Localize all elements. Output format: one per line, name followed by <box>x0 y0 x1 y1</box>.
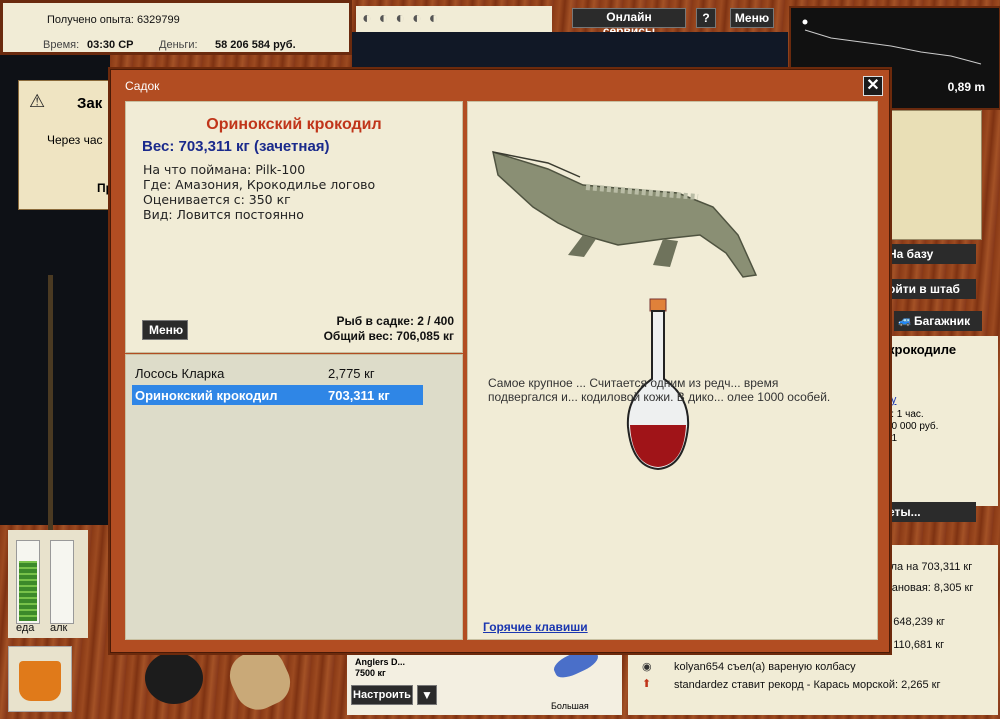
player-stats-panel: Получено опыта: 6329799 Время: 03:30 СР … <box>0 0 352 55</box>
food-meter <box>16 540 40 624</box>
experience-label: Получено опыта: 6329799 <box>47 14 180 26</box>
time-label: Время: <box>43 39 80 51</box>
pot-icon[interactable] <box>145 652 203 704</box>
money-value: 58 206 584 руб. <box>215 39 296 51</box>
water-view <box>352 32 788 68</box>
bucket-icon[interactable] <box>8 646 72 712</box>
fish-location: Где: Амазония, Крокодилье логово <box>143 177 376 192</box>
quest-line: Через час <box>47 133 103 147</box>
lure-weight: 7500 кг <box>355 668 386 678</box>
list-item[interactable]: Лосось Кларка 2,775 кг <box>132 363 423 383</box>
alcohol-label: алк <box>50 622 68 634</box>
online-services-button[interactable]: Онлайн сервисы <box>572 8 686 38</box>
fish-weight: Вес: 703,311 кг (зачетная) <box>142 138 330 155</box>
main-menu-button[interactable]: Меню <box>730 8 774 28</box>
food-label: еда <box>16 622 35 634</box>
dropdown-arrow-icon[interactable]: ▼ <box>417 685 437 705</box>
quest-note: ⚠ Зак Через час Пр <box>18 80 115 210</box>
fish-info-panel: Оринокский крокодил Вес: 703,311 кг (зач… <box>125 101 463 353</box>
fish-name: Оринокский крокодил <box>206 116 382 133</box>
depth-value: 0,89 m <box>947 80 985 94</box>
help-button[interactable]: ? <box>696 8 716 28</box>
list-item-selected[interactable]: Оринокский крокодил 703,311 кг <box>132 385 423 405</box>
lure-panel: Anglers D... 7500 кг Настроить ▼ Большая <box>347 644 622 715</box>
money-label: Деньги: <box>159 39 198 51</box>
fish-type: Вид: Ловится постоянно <box>143 207 304 222</box>
location-name: крокодиле <box>888 342 957 357</box>
chat-line: дила на 703,311 кг <box>878 561 973 573</box>
to-base-button[interactable]: На базу <box>880 244 976 264</box>
fish-count: Рыб в садке: 2 / 400 <box>336 314 454 328</box>
warning-icon: ⚠ <box>29 91 46 111</box>
location-info: 50 000 руб. <box>886 421 939 432</box>
car-icon: 🚙 <box>898 315 912 327</box>
trunk-button[interactable]: 🚙 Багажник <box>894 311 982 331</box>
modal-titlebar[interactable]: Садок ✕ <box>111 70 889 100</box>
chat-line: ймановая: 8,305 кг <box>878 582 974 594</box>
total-weight: Общий вес: 706,085 кг <box>323 329 454 343</box>
time-value: 03:30 СР <box>87 39 134 51</box>
chat-icon: ◉ <box>642 661 652 673</box>
keepnet-modal: Садок ✕ Оринокский крокодил Вес: 703,311… <box>110 69 890 653</box>
configure-button[interactable]: Настроить <box>351 685 413 705</box>
keepnet-menu-button[interactable]: Меню <box>142 320 188 340</box>
hotkeys-link[interactable]: Горячие клавиши <box>483 620 588 634</box>
close-icon[interactable]: ✕ <box>863 76 883 96</box>
alcohol-meter <box>50 540 74 624</box>
location-info: ь: 1 час. <box>886 409 924 420</box>
bait-slots: ◐◐◐◐◐ <box>356 6 552 32</box>
chat-line: standardez ставит рекорд - Карась морско… <box>674 679 941 691</box>
quest-title: Зак <box>77 95 103 112</box>
crocodile-image <box>491 150 758 278</box>
more-button[interactable]: еты... <box>880 502 976 522</box>
fish-description: Самое крупное ... Считается одним из ред… <box>488 376 831 404</box>
to-hq-button[interactable]: ойти в штаб <box>880 279 976 299</box>
catch-list: Лосось Кларка 2,775 кг Оринокский крокод… <box>125 354 463 640</box>
fish-min-weight: Оценивается с: 350 кг <box>143 192 291 207</box>
modal-title: Садок <box>125 79 160 93</box>
location-panel: крокодиле ку ь: 1 час. 50 000 руб. 21 <box>878 336 998 506</box>
chat-line: kolyan654 съел(а) вареную колбасу <box>674 661 856 673</box>
bait-icons: ◐◐◐◐◐ <box>362 10 446 27</box>
fish-image-panel: Самое крупное ... Считается одним из ред… <box>467 101 878 640</box>
record-up-icon: ⬆ <box>642 678 652 690</box>
lure-name: Anglers D... <box>355 657 406 667</box>
status-meters: еда алк <box>8 530 88 638</box>
map-thumbnail[interactable] <box>888 110 982 240</box>
lure-size-label: Большая <box>551 701 589 711</box>
fish-bait: На что поймана: Pilk-100 <box>143 162 306 177</box>
